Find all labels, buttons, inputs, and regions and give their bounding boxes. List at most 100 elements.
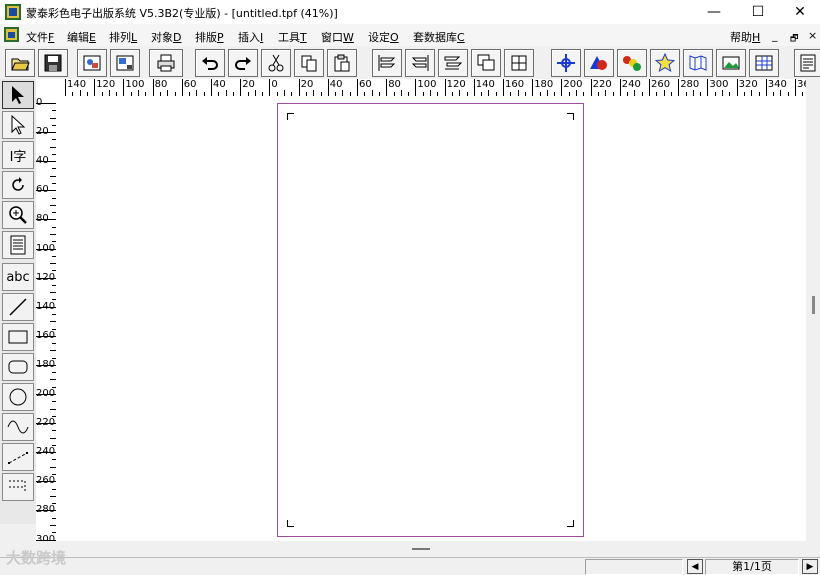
ruler-major-tick: [152, 79, 154, 96]
menu-help[interactable]: 帮助H: [730, 29, 760, 45]
undo-button[interactable]: [195, 49, 225, 77]
copy-button[interactable]: [294, 49, 324, 77]
paste-button[interactable]: [327, 49, 357, 77]
table-button[interactable]: [749, 49, 779, 77]
horizontal-scroll-thumb[interactable]: [412, 548, 430, 550]
map-icon: [689, 55, 707, 71]
rounded-rect-tool[interactable]: [2, 353, 34, 381]
bring-front-button[interactable]: [471, 49, 501, 77]
curve-tool[interactable]: [2, 413, 34, 441]
menu-window[interactable]: 窗口W: [321, 29, 354, 45]
minimize-button[interactable]: —: [692, 0, 736, 24]
close-button[interactable]: ✕: [778, 0, 820, 24]
node-pointer-icon: [11, 115, 26, 135]
text-box-tool[interactable]: [2, 231, 34, 259]
ruler-label: 140: [67, 79, 87, 90]
doc-icon: [4, 27, 19, 42]
line-tool[interactable]: [2, 293, 34, 321]
arrow-pointer-icon: [12, 86, 24, 104]
menu-edit[interactable]: 编辑E: [67, 29, 96, 45]
rotate-tool[interactable]: [2, 171, 34, 199]
paste-icon: [334, 54, 350, 72]
ellipse-tool[interactable]: [2, 383, 34, 411]
shape-color-button[interactable]: [584, 49, 614, 77]
map-button[interactable]: [683, 49, 713, 77]
ruler-major-tick: [386, 79, 388, 96]
zoom-tool[interactable]: [2, 201, 34, 229]
import-icon: [83, 55, 101, 71]
vertical-scroll-thumb[interactable]: [812, 296, 815, 314]
move-button[interactable]: [551, 49, 581, 77]
ruler-major-tick: [503, 79, 504, 96]
ruler-label: 36: [797, 79, 806, 90]
text-block-button[interactable]: [794, 49, 820, 77]
align-right-button[interactable]: [405, 49, 435, 77]
maximize-button[interactable]: ☐: [736, 0, 780, 24]
ruler-label: 40: [213, 79, 226, 90]
open-button[interactable]: [5, 49, 35, 77]
ruler-label: 320: [738, 79, 758, 90]
next-page-button[interactable]: ▶: [802, 559, 818, 574]
text-block-icon: [800, 54, 816, 72]
align-left-button[interactable]: [372, 49, 402, 77]
export-button[interactable]: [110, 49, 140, 77]
ruler-label: 240: [621, 79, 641, 90]
group-button[interactable]: [504, 49, 534, 77]
polyline-tool[interactable]: [2, 443, 34, 471]
open-icon: [11, 58, 30, 71]
menu-object[interactable]: 对象D: [151, 29, 181, 45]
menu-arrange[interactable]: 排列L: [109, 29, 137, 45]
node-select-tool[interactable]: [2, 111, 34, 139]
doc-close-button[interactable]: ×: [808, 29, 817, 42]
menu-file[interactable]: 文件F: [26, 29, 54, 45]
ruler-major-tick: [269, 79, 271, 96]
ruler-label: 60: [36, 184, 49, 196]
ruler-major-tick: [327, 79, 329, 96]
horizontal-scrollbar[interactable]: [0, 541, 820, 557]
menu-settings[interactable]: 设定O: [368, 29, 399, 45]
doc-minimize-button[interactable]: _: [772, 29, 778, 42]
redo-button[interactable]: [228, 49, 258, 77]
doc-restore-button[interactable]: 🗗: [790, 31, 798, 47]
text-tool[interactable]: I字: [2, 141, 34, 169]
zoom-icon: [9, 206, 27, 224]
ruler-major-tick: [473, 79, 475, 96]
page-frame[interactable]: [277, 103, 584, 537]
menu-insert[interactable]: 插入I: [238, 29, 263, 45]
rectangle-tool[interactable]: [2, 323, 34, 351]
menu-tools[interactable]: 工具T: [278, 29, 307, 45]
cut-button[interactable]: [261, 49, 291, 77]
distribute-button[interactable]: [438, 49, 468, 77]
ruler-label: 220: [36, 417, 56, 429]
ruler-major-tick: [181, 79, 183, 96]
abc-tool[interactable]: abc: [2, 263, 34, 291]
ruler-major-tick: [590, 79, 592, 96]
align-left-icon: [378, 55, 396, 71]
crop-mark: [567, 520, 574, 527]
ruler-label: 260: [651, 79, 671, 90]
image-button[interactable]: [716, 49, 746, 77]
vertical-ruler[interactable]: 0 20 40 60 80 100 120 140 160 180 200 220 240 260 280 3…: [36, 96, 57, 541]
save-button[interactable]: [38, 49, 68, 77]
color-palette-button[interactable]: [617, 49, 647, 77]
menu-layout[interactable]: 排版P: [195, 29, 224, 45]
document-canvas[interactable]: [56, 96, 806, 541]
horizontal-ruler[interactable]: 140 120 100 80 60 40 20 0 20 40 60 80 100 120 140 160 18…: [56, 79, 806, 97]
text-box-icon: [10, 235, 26, 255]
table-tool[interactable]: [2, 473, 34, 501]
undo-icon: [202, 57, 218, 70]
ruler-label: 0: [271, 79, 278, 90]
distribute-icon: [444, 56, 463, 70]
ruler-label: 140: [36, 300, 56, 312]
print-button[interactable]: [149, 49, 183, 77]
star-button[interactable]: [650, 49, 680, 77]
prev-page-button[interactable]: ◀: [687, 559, 703, 574]
ruler-label: 60: [359, 79, 372, 90]
menu-database[interactable]: 套数据库C: [413, 29, 465, 45]
ruler-major-tick: [357, 79, 358, 96]
export-icon: [116, 55, 134, 71]
import-button[interactable]: [77, 49, 107, 77]
abc-label: abc: [6, 269, 30, 285]
pointer-tool[interactable]: [2, 81, 34, 109]
image-icon: [722, 56, 740, 70]
